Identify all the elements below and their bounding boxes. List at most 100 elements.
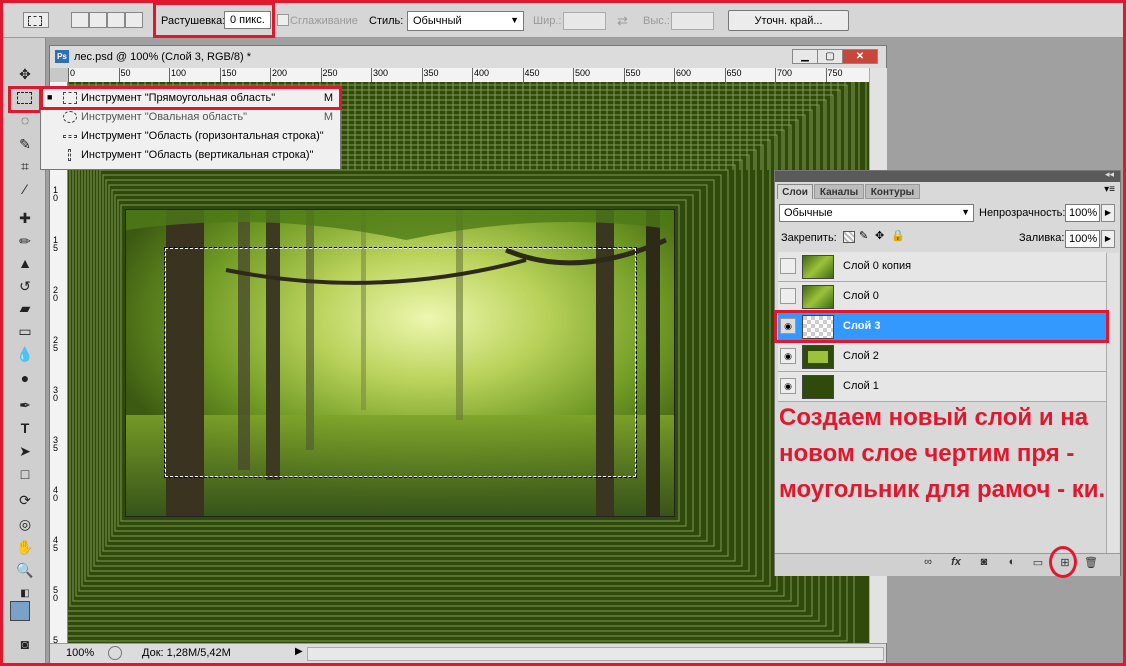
panel-header[interactable]: ◂◂	[775, 169, 1120, 182]
flyout-item-single-column-marquee[interactable]: Инструмент "Область (вертикальная строка…	[41, 146, 340, 165]
blend-mode-select[interactable]: Обычные ▼	[779, 204, 974, 222]
ruler-label: 150	[221, 68, 237, 78]
layer-row[interactable]: Слой 0	[778, 282, 1106, 312]
healing-brush-tool-icon[interactable]: ✚	[14, 208, 36, 228]
fx-icon[interactable]: fx	[948, 556, 964, 568]
panel-menu-icon[interactable]: ▾≡	[1104, 184, 1115, 195]
ruler-label: 550	[625, 68, 641, 78]
ruler-label: 2 5	[53, 335, 59, 353]
rectangle-tool-icon[interactable]: □	[14, 464, 36, 484]
3d-orbit-tool-icon[interactable]: ◎	[14, 514, 36, 534]
subtract-selection-icon[interactable]	[107, 12, 125, 28]
ruler-label: 50	[120, 68, 131, 78]
eyedropper-tool-icon[interactable]: ⁄	[14, 179, 36, 199]
ruler-tick	[775, 68, 776, 82]
zoom-level[interactable]: 100%	[66, 647, 94, 659]
hand-tool-icon[interactable]: ✋	[14, 537, 36, 557]
trash-icon[interactable]: 🗑	[1083, 556, 1099, 569]
fill-slider-toggle[interactable]: ▶	[1101, 230, 1115, 248]
dodge-tool-icon[interactable]: ●	[14, 368, 36, 388]
selected-layer-highlight	[774, 310, 1109, 343]
horizontal-scrollbar[interactable]	[307, 647, 884, 661]
foreground-color-swatch[interactable]	[10, 601, 30, 621]
lasso-tool-icon[interactable]: ◌	[14, 110, 36, 130]
collapse-icon[interactable]: ◂◂	[1105, 169, 1114, 180]
opacity-input[interactable]: 100%	[1065, 204, 1100, 222]
layer-thumbnail	[802, 345, 834, 369]
document-title: лес.psd @ 100% (Слой 3, RGB/8) *	[74, 51, 252, 63]
intersect-selection-icon[interactable]	[125, 12, 143, 28]
opacity-slider-toggle[interactable]: ▶	[1101, 204, 1115, 222]
layer-thumbnail	[802, 375, 834, 399]
refine-edge-button[interactable]: Уточн. край...	[728, 10, 849, 31]
ruler-tick	[724, 68, 726, 82]
ruler-tick	[118, 68, 120, 82]
crop-tool-icon[interactable]: ⌗	[14, 156, 36, 176]
ruler-label: 4 0	[53, 485, 59, 503]
width-input[interactable]	[563, 12, 606, 30]
layer-mask-icon[interactable]: ◙	[976, 556, 992, 568]
adjustment-layer-icon[interactable]: ◐	[1004, 556, 1020, 568]
antialias-checkbox[interactable]	[277, 14, 289, 26]
eye-icon[interactable]: ◉	[780, 378, 796, 394]
eye-icon[interactable]: ◉	[780, 348, 796, 364]
layer-row[interactable]: ◉ Слой 1	[778, 372, 1106, 402]
quick-selection-tool-icon[interactable]: ✎	[14, 134, 36, 154]
layer-row[interactable]: ◉ Слой 2	[778, 342, 1106, 372]
pen-tool-icon[interactable]: ✒	[14, 395, 36, 415]
lock-transparent-icon[interactable]	[843, 231, 855, 243]
link-layers-icon[interactable]: ∞	[920, 556, 936, 568]
gradient-tool-icon[interactable]: ▭	[14, 321, 36, 341]
style-label: Стиль:	[369, 15, 404, 27]
ruler-tick	[674, 68, 675, 82]
ruler-tick	[219, 68, 221, 82]
status-info-icon[interactable]	[108, 646, 122, 660]
history-brush-tool-icon[interactable]: ↺	[14, 276, 36, 296]
close-button[interactable]: ✕	[842, 49, 878, 64]
lock-pixels-icon[interactable]: ✎	[859, 229, 868, 242]
new-group-icon[interactable]: ▭	[1030, 556, 1046, 569]
document-size: Док: 1,28M/5,42M	[142, 647, 231, 659]
maximize-button[interactable]: ▢	[817, 49, 843, 64]
brush-tool-icon[interactable]: ✏	[14, 231, 36, 251]
ruler-label: 250	[322, 68, 338, 78]
path-selection-tool-icon[interactable]: ➤	[14, 441, 36, 461]
document-title-bar[interactable]: Ps лес.psd @ 100% (Слой 3, RGB/8) * ▁ ▢ …	[50, 46, 886, 68]
lock-all-icon[interactable]: 🔒	[891, 229, 905, 242]
fill-input[interactable]: 100%	[1065, 230, 1100, 248]
move-tool-icon[interactable]: ✥	[14, 64, 36, 84]
type-tool-icon[interactable]: T	[14, 418, 36, 438]
tab-channels[interactable]: Каналы	[814, 184, 864, 199]
tab-layers[interactable]: Слои	[777, 184, 813, 199]
flyout-item-elliptical-marquee[interactable]: Инструмент "Овальная область" M	[41, 108, 340, 127]
add-selection-icon[interactable]	[89, 12, 107, 28]
tab-paths[interactable]: Контуры	[865, 184, 920, 199]
ruler-label: 750	[827, 68, 843, 78]
minimize-button[interactable]: ▁	[792, 49, 818, 64]
layer-row[interactable]: Слой 0 копия	[778, 252, 1106, 282]
marquee-preset-button[interactable]	[23, 12, 49, 28]
ruler-label: 5 0	[53, 585, 59, 603]
ruler-label: 0	[70, 68, 76, 78]
new-selection-icon[interactable]	[71, 12, 89, 28]
style-select[interactable]: Обычный ▼	[407, 11, 524, 31]
blur-tool-icon[interactable]: 💧	[14, 344, 36, 364]
lock-position-icon[interactable]: ✥	[875, 229, 884, 242]
eraser-tool-icon[interactable]: ▰	[14, 298, 36, 318]
flyout-item-single-row-marquee[interactable]: Инструмент "Область (горизонтальная стро…	[41, 127, 340, 146]
3d-rotate-tool-icon[interactable]: ⟳	[14, 490, 36, 510]
ruler-label: 1 0	[53, 185, 59, 203]
ruler-tick	[472, 68, 473, 82]
visibility-toggle[interactable]	[780, 288, 796, 304]
status-arrow-icon[interactable]: ▶	[295, 646, 303, 657]
visibility-toggle[interactable]	[780, 258, 796, 274]
clone-stamp-tool-icon[interactable]: ▲	[14, 253, 36, 273]
elliptical-marquee-icon	[63, 111, 77, 123]
horizontal-ruler[interactable]: 0 50 100 150 200 250 300 350 400 450 500 550 600 650 7…	[68, 68, 869, 83]
new-layer-highlight	[1049, 546, 1077, 578]
height-input[interactable]	[671, 12, 714, 30]
zoom-tool-icon[interactable]: 🔍	[14, 560, 36, 580]
swap-icon[interactable]: ⇄	[617, 13, 628, 29]
quick-mask-icon[interactable]: ◙	[14, 634, 36, 654]
layer-thumbnail	[802, 285, 834, 309]
